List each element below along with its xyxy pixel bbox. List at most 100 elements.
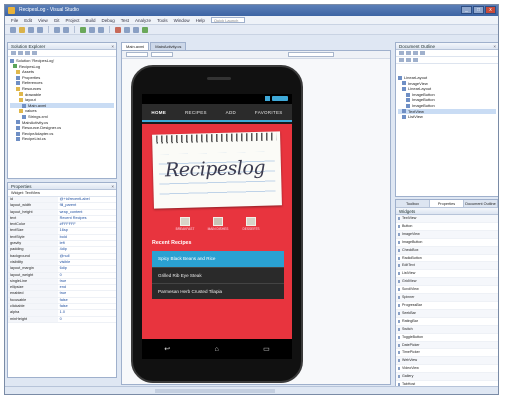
file-icon (22, 103, 26, 108)
menu-item-analyze[interactable]: Analyze (135, 18, 151, 23)
category-breakfast[interactable]: BREAKFAST (172, 217, 198, 237)
toolbox-item[interactable]: ListView (396, 270, 498, 279)
toolbox-item[interactable]: DatePicker (396, 341, 498, 350)
menu-item-tools[interactable]: Tools (157, 18, 168, 23)
api-dropdown[interactable] (151, 52, 173, 57)
close-icon[interactable]: × (111, 43, 114, 50)
platform-dropdown-icon[interactable] (98, 26, 104, 33)
toolbox-item[interactable]: RadioButton (396, 255, 498, 263)
app-nav-recipes[interactable]: RECIPES (185, 110, 207, 115)
config-dropdown-icon[interactable] (89, 26, 95, 33)
toolbox-item[interactable]: EditText (396, 262, 498, 271)
refresh-icon[interactable] (25, 51, 30, 55)
title-bar: RecipesLog - Visual Studio _ □ x (5, 5, 498, 16)
menu-item-edit[interactable]: Edit (24, 18, 32, 23)
category-buttons: BREAKFAST MAIN DISHES DESSERTS (172, 217, 264, 237)
menu-item-test[interactable]: Test (121, 18, 129, 23)
find-icon[interactable] (124, 26, 130, 33)
menu-item-view[interactable]: View (38, 18, 48, 23)
theme-dropdown[interactable] (288, 52, 334, 57)
toolbox-item[interactable]: ImageButton (396, 239, 498, 247)
recent-apps-icon[interactable]: ▭ (263, 345, 270, 353)
minimize-button[interactable]: _ (461, 6, 472, 14)
right-tab[interactable]: Document Outline (464, 200, 498, 207)
tree-item[interactable]: RecipeList.cs (10, 136, 114, 142)
start-debug-icon[interactable] (80, 26, 86, 33)
redo-icon[interactable] (63, 26, 69, 33)
designer-tab[interactable]: Main.axml (121, 42, 150, 50)
app-nav-favorites[interactable]: FAVORITES (255, 110, 283, 115)
property-value[interactable]: 0 (57, 316, 116, 323)
toolbox-item[interactable]: CheckBox (396, 246, 498, 255)
recipe-list-item[interactable]: Spicy Black Beans and Rice (152, 251, 284, 267)
menu-item-window[interactable]: Window (174, 18, 190, 23)
home-icon[interactable] (413, 51, 418, 55)
home-icon[interactable]: ⌂ (215, 346, 219, 353)
toolbox-item[interactable]: ProgressBar (396, 302, 498, 310)
toolbox-item[interactable]: Button (396, 223, 498, 231)
file-icon (16, 81, 20, 86)
app-nav-home[interactable]: HOME (151, 110, 166, 115)
toolbox-item[interactable]: SeekBar (396, 309, 498, 318)
menu-item-git[interactable]: Git (54, 18, 60, 23)
device-dropdown[interactable] (126, 52, 148, 57)
back-arrow-icon[interactable]: ↩ (164, 345, 170, 353)
toolbox-item[interactable]: Switch (396, 325, 498, 334)
sync-icon[interactable] (18, 51, 23, 55)
toolbox-item[interactable]: TextView (396, 215, 498, 223)
back-icon[interactable] (399, 51, 404, 55)
collapse-icon[interactable] (32, 51, 37, 55)
app-nav-add[interactable]: ADD (226, 110, 236, 115)
category-desserts[interactable]: DESSERTS (238, 217, 264, 237)
menu-item-project[interactable]: Project (65, 18, 79, 23)
toolbox-item[interactable]: RatingBar (396, 318, 498, 326)
menu-item-file[interactable]: File (11, 18, 18, 23)
toolbox-item[interactable]: WebView (396, 357, 498, 366)
close-icon[interactable]: × (493, 43, 496, 50)
toolbox-item[interactable]: VideoView (396, 365, 498, 374)
designer-tab[interactable]: MainActivity.cs (150, 42, 187, 50)
close-button[interactable]: x (485, 6, 496, 14)
close-icon[interactable]: × (111, 183, 114, 190)
horizontal-scrollbar[interactable] (155, 389, 275, 393)
toolbox-item[interactable]: ScrollView (396, 286, 498, 295)
new-project-icon[interactable] (10, 26, 16, 33)
toolbox-tabs: Toolbox Properties Document Outline (396, 200, 498, 208)
forward-icon[interactable] (406, 51, 411, 55)
menu-item-debug[interactable]: Debug (102, 18, 115, 23)
toolbox-item[interactable]: Gallery (396, 373, 498, 382)
expand-icon[interactable] (399, 58, 404, 62)
bookmark-icon[interactable] (142, 26, 148, 33)
toolbox-item[interactable]: ImageView (396, 230, 498, 239)
toolbox-item[interactable]: TimePicker (396, 349, 498, 358)
outline-item[interactable]: ListView (398, 114, 496, 120)
comment-icon[interactable] (133, 26, 139, 33)
recipe-list-item[interactable]: Parmesan Herb Crusted Tilapia (152, 283, 284, 299)
maximize-button[interactable]: □ (473, 6, 484, 14)
undo-icon[interactable] (54, 26, 60, 33)
property-row[interactable]: minHeight 0 (8, 316, 116, 323)
toolbar-divider (109, 26, 110, 33)
filter-icon[interactable] (413, 58, 418, 62)
open-folder-icon[interactable] (19, 26, 25, 33)
properties-subtitle-bar: Widget: TextView (8, 190, 116, 197)
settings-icon[interactable] (420, 51, 425, 55)
toolbox-item[interactable]: Spinner (396, 294, 498, 302)
right-tab[interactable]: Properties (430, 200, 464, 207)
toolbox-item[interactable]: ToggleButton (396, 334, 498, 342)
home-icon[interactable] (11, 51, 16, 55)
menu-item-build[interactable]: Build (86, 18, 96, 23)
properties-title-text: Properties (11, 184, 32, 189)
collapse-icon[interactable] (406, 58, 411, 62)
stop-icon[interactable] (115, 26, 121, 33)
recipe-list-item[interactable]: Grilled Rib Eye Steak (152, 267, 284, 283)
widget-icon (402, 81, 406, 86)
toolbox-item[interactable]: GridView (396, 278, 498, 287)
quick-launch-input[interactable]: Quick Launch (210, 17, 245, 23)
right-tab[interactable]: Toolbox (396, 200, 430, 207)
save-icon[interactable] (28, 26, 34, 33)
menu-item-help[interactable]: Help (196, 18, 205, 23)
status-bar (142, 94, 292, 104)
save-all-icon[interactable] (37, 26, 43, 33)
category-main-dishes[interactable]: MAIN DISHES (205, 217, 231, 237)
